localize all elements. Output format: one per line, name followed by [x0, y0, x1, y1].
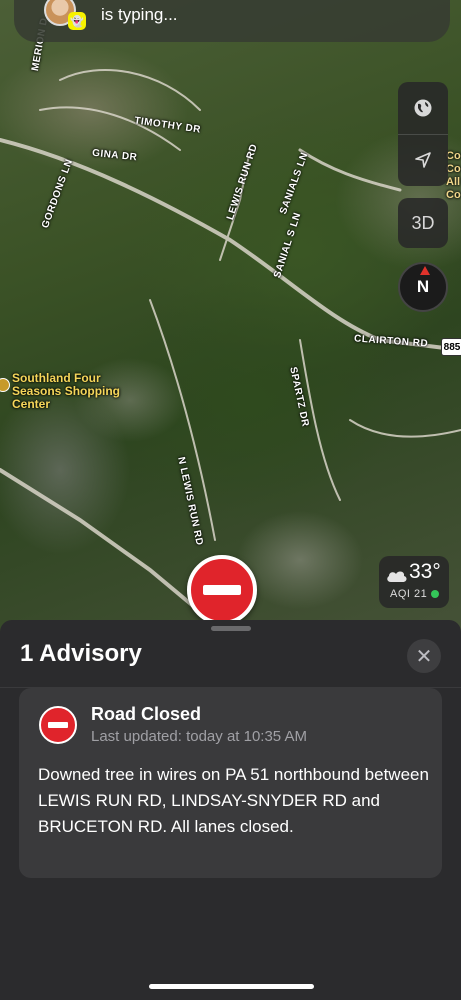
- cloud-icon: [387, 571, 407, 582]
- advisory-description: Downed tree in wires on PA 51 northbound…: [38, 765, 429, 836]
- globe-button[interactable]: [398, 82, 448, 134]
- 3d-toggle-button[interactable]: 3D: [398, 198, 448, 248]
- edge-poi-3: All: [446, 176, 461, 188]
- sheet-grabber[interactable]: [211, 626, 251, 631]
- typing-banner[interactable]: 👻 is typing...: [14, 0, 450, 42]
- aqi-status-dot: [431, 590, 439, 598]
- edge-poi-4: Co: [446, 189, 461, 201]
- sheet-title: 1 Advisory: [20, 640, 142, 667]
- snapchat-ghost-icon: 👻: [68, 12, 86, 30]
- road-closed-icon: [39, 706, 77, 744]
- aqi-value: AQI 21: [390, 588, 428, 600]
- close-icon: ✕: [415, 645, 433, 668]
- compass-button[interactable]: N: [398, 262, 448, 312]
- advisory-card[interactable]: Road Closed Last updated: today at 10:35…: [19, 688, 442, 878]
- temperature: 33°: [409, 560, 441, 583]
- compass-label: N: [416, 277, 430, 296]
- weather-widget[interactable]: 33° AQI 21: [379, 556, 449, 608]
- advisory-title: Road Closed: [91, 704, 202, 724]
- close-button[interactable]: ✕: [407, 639, 441, 673]
- globe-icon: [414, 99, 432, 117]
- road-closed-pin[interactable]: [187, 555, 257, 625]
- route-shield: 885: [441, 338, 461, 356]
- location-button[interactable]: [398, 134, 448, 186]
- location-arrow-icon: [415, 152, 431, 169]
- home-indicator[interactable]: [149, 984, 314, 989]
- road-network: [0, 69, 461, 622]
- poi-label-southland[interactable]: Southland Four Seasons Shopping Center: [12, 372, 122, 411]
- edge-poi-1: Co: [446, 150, 461, 162]
- edge-poi-2: Co: [446, 163, 461, 175]
- map-view[interactable]: MERION D TIMOTHY DR GINA DR GORDONS LN L…: [0, 0, 461, 640]
- typing-status: is typing...: [101, 5, 178, 24]
- advisory-updated: Last updated: today at 10:35 AM: [91, 728, 307, 745]
- map-control-stack: [398, 82, 448, 186]
